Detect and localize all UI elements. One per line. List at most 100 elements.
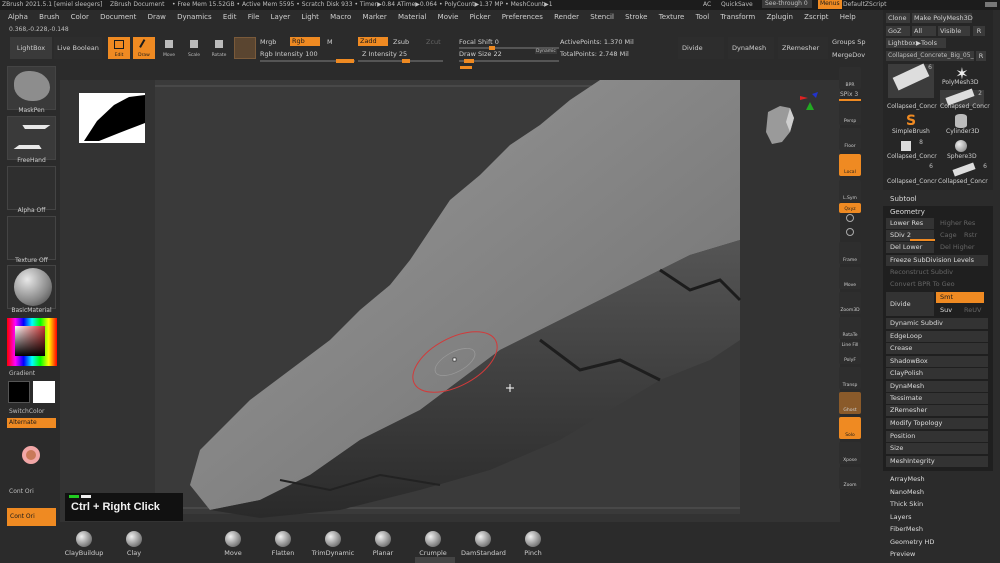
lightbox-button[interactable]: LightBox [10, 37, 52, 59]
local-button[interactable]: Local [839, 154, 861, 176]
live-boolean-button[interactable]: Live Boolean [54, 37, 102, 59]
window-buttons[interactable] [985, 2, 997, 7]
brush-clay[interactable]: Clay [112, 531, 156, 557]
dynamesh-item[interactable]: DynaMesh [886, 381, 988, 392]
menus-toggle[interactable]: Menus [818, 0, 842, 9]
menu-tool[interactable]: Tool [696, 13, 710, 21]
primary-color[interactable] [8, 381, 30, 403]
zsub-button[interactable]: Zsub [393, 38, 409, 46]
brush-flatten[interactable]: Flatten [261, 531, 305, 557]
draw-button[interactable]: Draw [133, 37, 155, 59]
focal-shift-slider[interactable]: Focal Shift 0 [459, 38, 499, 46]
menu-texture[interactable]: Texture [659, 13, 685, 21]
thick-skin-item[interactable]: Thick Skin [886, 499, 988, 510]
clone-button[interactable]: Clone [886, 13, 910, 23]
geometry-hd-item[interactable]: Geometry HD [886, 537, 988, 548]
zremesher-button[interactable]: ZRemesher [778, 37, 828, 59]
menu-macro[interactable]: Macro [330, 13, 351, 21]
ghost-button[interactable]: Ghost [839, 392, 861, 414]
divide-panel-button[interactable]: Divide [886, 292, 934, 316]
menu-edit[interactable]: Edit [223, 13, 237, 21]
line-fill-button[interactable]: Line Fill PolyF [839, 342, 861, 364]
reuv-button[interactable]: ReUV [960, 305, 984, 316]
claypolish-item[interactable]: ClayPolish [886, 368, 988, 379]
position-item[interactable]: Position [886, 431, 988, 442]
modify-topology-item[interactable]: Modify Topology [886, 418, 988, 429]
z-intensity-track[interactable] [358, 59, 443, 63]
stroke-ring-icon[interactable] [22, 446, 40, 464]
menu-zplugin[interactable]: Zplugin [766, 13, 792, 21]
shadowbox-item[interactable]: ShadowBox [886, 356, 988, 367]
fibermesh-item[interactable]: FiberMesh [886, 524, 988, 535]
menu-render[interactable]: Render [554, 13, 579, 21]
menu-draw[interactable]: Draw [148, 13, 166, 21]
simplebrush-icon[interactable]: S [903, 113, 919, 129]
alternate-button[interactable]: Alternate [7, 418, 56, 428]
mrgb-button[interactable]: Mrgb [260, 38, 276, 46]
brush-trimdynamic[interactable]: TrimDynamic [311, 531, 355, 557]
texture-slot[interactable] [7, 216, 56, 260]
dynamesh-button[interactable]: DynaMesh [728, 37, 774, 59]
tool-thumb-concrete-3[interactable]: 8 [893, 139, 923, 153]
dynamic-toggle[interactable]: Dynamic [535, 49, 557, 54]
spix-track[interactable] [839, 99, 861, 101]
menu-stencil[interactable]: Stencil [590, 13, 614, 21]
edgeloop-item[interactable]: EdgeLoop [886, 331, 988, 342]
menu-preferences[interactable]: Preferences [502, 13, 543, 21]
zcut-button[interactable]: Zcut [426, 38, 441, 46]
nanomesh-item[interactable]: NanoMesh [886, 487, 988, 498]
merge-down-button[interactable]: MergeDov [832, 51, 865, 59]
menu-file[interactable]: File [248, 13, 260, 21]
menu-layer[interactable]: Layer [271, 13, 291, 21]
subtool-header[interactable]: Subtool [890, 195, 917, 203]
menu-marker[interactable]: Marker [363, 13, 387, 21]
divide-button[interactable]: Divide [678, 37, 724, 59]
rgb-button[interactable]: Rgb [290, 37, 320, 46]
rgb-intensity-slider[interactable]: Rgb Intensity 100 [260, 50, 318, 58]
color-square[interactable] [15, 326, 45, 356]
brush-claybuildup[interactable]: ClayBuildup [62, 531, 106, 557]
zremesher-item[interactable]: ZRemesher [886, 405, 988, 416]
move-button[interactable]: Move [158, 37, 180, 59]
m-button[interactable]: M [327, 38, 333, 46]
cage-button[interactable]: Cage [936, 230, 960, 241]
freehand-stroke[interactable] [7, 116, 56, 160]
gradient-label[interactable]: Gradient [9, 370, 35, 377]
brush-pinch[interactable]: Pinch [511, 531, 555, 557]
menu-brush[interactable]: Brush [39, 13, 59, 21]
higher-res-button[interactable]: Higher Res [936, 218, 984, 229]
menu-light[interactable]: Light [301, 13, 318, 21]
floor-button[interactable]: Floor [839, 128, 861, 150]
dynamic-subdiv-item[interactable]: Dynamic Subdiv [886, 318, 988, 329]
shelf-scroll-arrow-icon[interactable] [415, 557, 455, 563]
lower-res-button[interactable]: Lower Res [886, 218, 934, 229]
brush-move[interactable]: Move [211, 531, 255, 557]
make-polymesh-button[interactable]: Make PolyMesh3D [912, 13, 973, 23]
arraymesh-item[interactable]: ArrayMesh [886, 474, 988, 485]
menu-document[interactable]: Document [100, 13, 136, 21]
default-zscript[interactable]: DefaultZScript [843, 1, 886, 8]
rstr-button[interactable]: Rstr [960, 230, 984, 241]
crease-item[interactable]: Crease [886, 343, 988, 354]
solo-button[interactable]: Solo [839, 417, 861, 439]
brush-damstandard[interactable]: DamStandard [461, 531, 506, 557]
bpr-button[interactable]: BPR [839, 67, 861, 89]
sdiv-track[interactable] [910, 239, 935, 241]
current-tool-name[interactable]: Collapsed_Concrete_Big_05_1 [886, 51, 974, 61]
switch-color-button[interactable]: SwitchColor [9, 408, 45, 415]
del-lower-button[interactable]: Del Lower [886, 242, 934, 253]
frame-button[interactable]: Frame [839, 242, 861, 264]
material-swatch[interactable] [234, 37, 256, 59]
preview-item[interactable]: Preview [886, 549, 988, 560]
convert-bpr-button[interactable]: Convert BPR To Geo [886, 279, 988, 290]
zadd-button[interactable]: Zadd [358, 37, 388, 46]
rotate-lock-icon-2[interactable] [846, 228, 854, 236]
cont-ori-button[interactable]: Cont Ori [7, 508, 56, 526]
xpose-button[interactable]: Xpose [839, 442, 861, 464]
transp-button[interactable]: Transp [839, 367, 861, 389]
r-button[interactable]: R [973, 26, 985, 36]
rotate-lock-icon[interactable] [846, 214, 854, 222]
sculpt-canvas[interactable] [60, 80, 840, 522]
menu-color[interactable]: Color [71, 13, 89, 21]
menu-help[interactable]: Help [840, 13, 856, 21]
